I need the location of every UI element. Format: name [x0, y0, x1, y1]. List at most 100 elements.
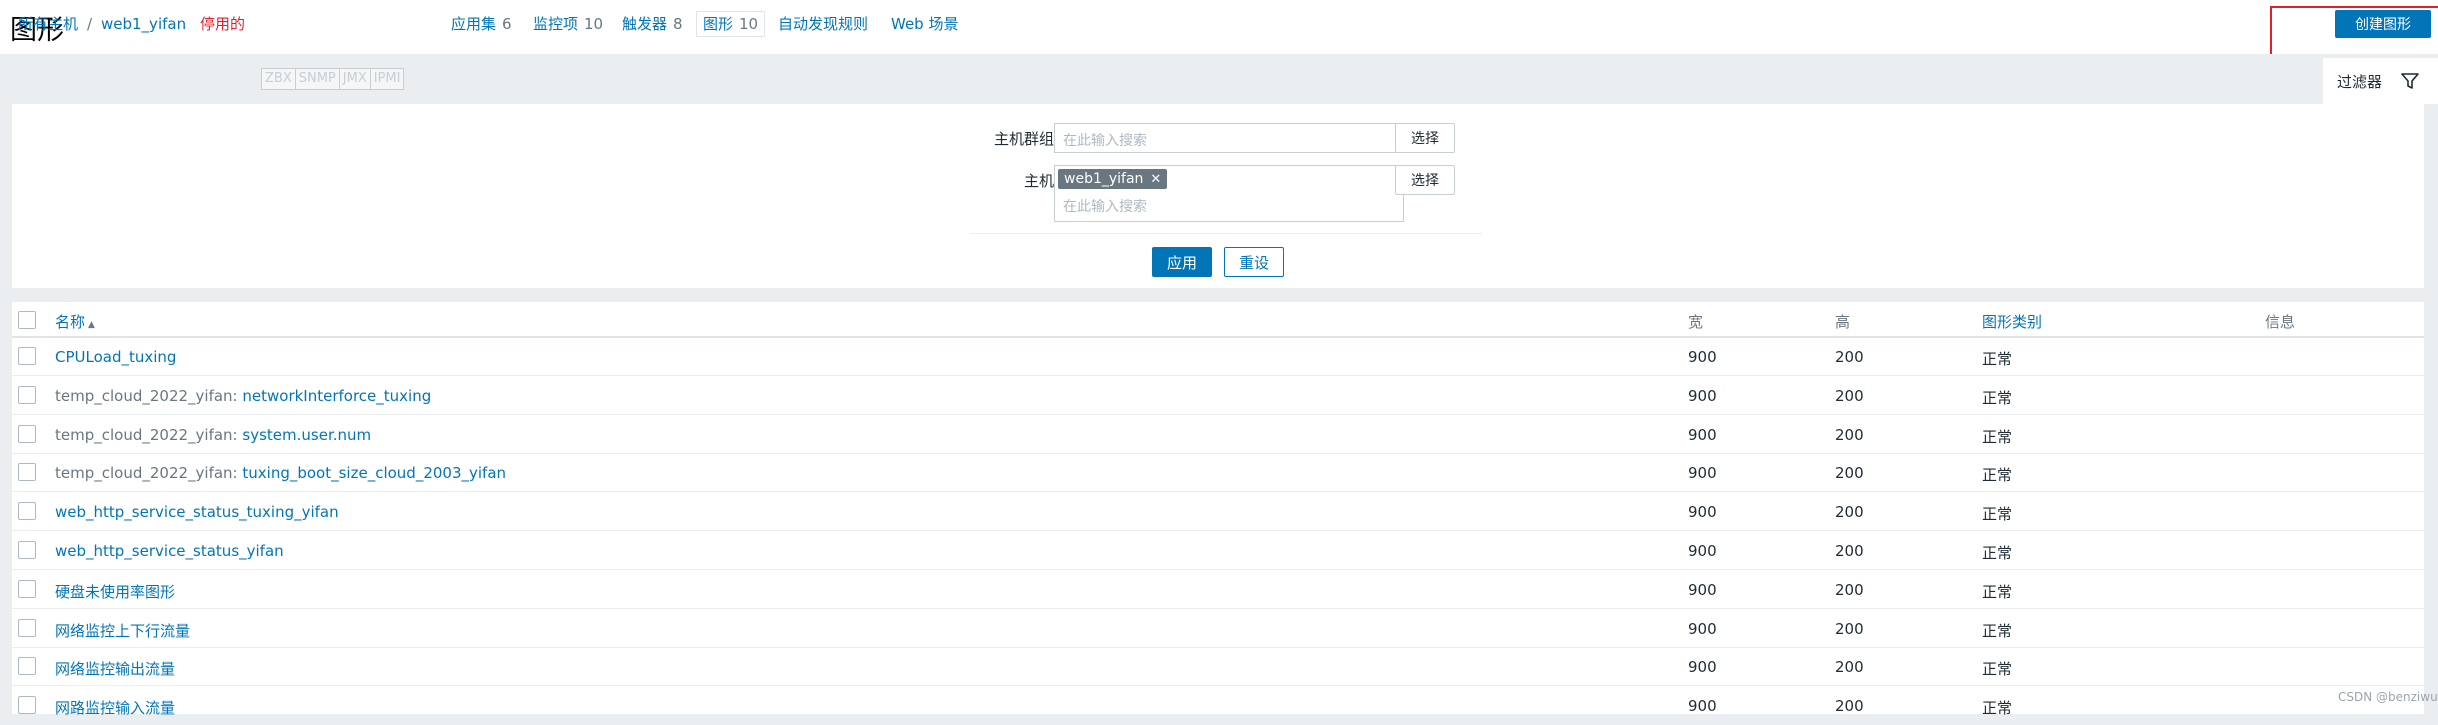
host-group-input[interactable]: 在此输入搜索 [1054, 123, 1404, 153]
select-all-checkbox[interactable] [18, 311, 36, 329]
row-checkbox[interactable] [18, 696, 36, 715]
graph-height-cell: 200 [1835, 619, 1864, 638]
host-group-placeholder: 在此输入搜索 [1063, 133, 1147, 149]
table-row: 硬盘未使用率图形 900 200 正常 [12, 571, 2424, 609]
table-row: temp_cloud_2022_yifan: system.user.num 90… [12, 416, 2424, 454]
graph-type-cell: 正常 [1982, 582, 2013, 601]
column-height-header: 高 [1835, 313, 1851, 331]
row-checkbox[interactable] [18, 541, 36, 559]
host-label: 主机 [1023, 172, 1054, 190]
nav-link-applications[interactable]: 应用集 6 [451, 12, 512, 36]
remove-chip-icon[interactable]: ✕ [1150, 172, 1161, 187]
graph-name-link[interactable]: tuxing_boot_size_cloud_2003_yifan [242, 464, 506, 482]
table-row: web_http_service_status_yifan 900 200 正常 [12, 532, 2424, 570]
graph-type-cell: 正常 [1982, 427, 2013, 446]
row-checkbox[interactable] [18, 618, 36, 637]
graph-name-link[interactable]: 硬盘未使用率图形 [55, 583, 175, 601]
graph-height-cell: 200 [1835, 348, 1864, 366]
nav-link-web-scenarios[interactable]: Web 场景 [891, 12, 958, 36]
graph-name-cell: temp_cloud_2022_yifan: tuxing_boot_size_… [55, 464, 506, 482]
graph-name-link[interactable]: networkInterforce_tuxing [242, 387, 431, 405]
column-graph-type-header[interactable]: 图形类别 [1982, 311, 2042, 332]
row-checkbox[interactable] [18, 463, 36, 482]
template-prefix[interactable]: temp_cloud_2022_yifan: [55, 387, 242, 405]
table-row: temp_cloud_2022_yifan: tuxing_boot_size_… [12, 454, 2424, 493]
host-chip[interactable]: web1_yifan ✕ [1058, 169, 1168, 189]
availability-zbx: ZBX [261, 68, 296, 90]
apply-button[interactable]: 应用 [1152, 247, 1212, 277]
nav-link-triggers[interactable]: 触发器 8 [622, 12, 683, 36]
graph-height-cell: 200 [1835, 697, 1864, 716]
graph-name-link[interactable]: 网络监控输出流量 [55, 660, 175, 678]
graph-width-cell: 900 [1688, 425, 1717, 444]
graph-width-cell: 900 [1688, 658, 1717, 677]
row-checkbox[interactable] [18, 502, 36, 521]
row-checkbox[interactable] [18, 657, 36, 676]
graph-name-cell: web_http_service_status_tuxing_yifan [55, 503, 339, 521]
row-checkbox[interactable] [18, 385, 36, 404]
graph-name-cell: temp_cloud_2022_yifan: system.user.num [55, 426, 371, 444]
graph-name-link[interactable]: web_http_service_status_yifan [55, 542, 284, 560]
sort-asc-icon: ▲ [88, 320, 95, 330]
graph-name-link[interactable]: web_http_service_status_tuxing_yifan [55, 503, 339, 521]
breadcrumb-host[interactable]: web1_yifan [101, 12, 186, 36]
graph-height-cell: 200 [1835, 464, 1864, 483]
graph-name-cell: 网络监控输出流量 [55, 658, 175, 679]
host-status-disabled[interactable]: 停用的 [200, 12, 245, 36]
host-select-button[interactable]: 选择 [1395, 165, 1455, 195]
graph-type-cell: 正常 [1982, 660, 2013, 679]
row-checkbox[interactable] [18, 424, 36, 443]
graph-width-cell: 900 [1688, 697, 1717, 716]
graph-height-cell: 200 [1835, 386, 1864, 405]
graph-type-cell: 正常 [1982, 350, 2013, 368]
nav-link-discovery-rules[interactable]: 自动发现规则 [778, 12, 868, 36]
availability-tags: ZBX SNMP JMX IPMI [261, 68, 405, 90]
create-graph-button[interactable]: 创建图形 [2335, 10, 2431, 38]
graph-name-cell: 网路监控输入流量 [55, 697, 175, 718]
graph-height-cell: 200 [1835, 658, 1864, 677]
watermark: CSDN @benziwu [2338, 690, 2438, 704]
graph-name-link[interactable]: 网路监控输入流量 [55, 699, 175, 717]
table-row: CPULoad_tuxing 900 200 正常 [12, 338, 2424, 376]
column-info-header: 信息 [2265, 313, 2296, 331]
filter-tab-label: 过滤器 [2337, 73, 2383, 91]
template-prefix[interactable]: temp_cloud_2022_yifan: [55, 426, 242, 444]
graph-type-cell: 正常 [1982, 544, 2013, 562]
nav-link-items[interactable]: 监控项 10 [533, 12, 603, 36]
row-checkbox[interactable] [18, 579, 36, 598]
graph-type-cell: 正常 [1982, 621, 2013, 640]
column-name-header[interactable]: 名称 ▲ [55, 311, 95, 332]
graph-name-cell: temp_cloud_2022_yifan: networkInterforce… [55, 387, 431, 405]
row-checkbox[interactable] [18, 347, 36, 365]
template-prefix[interactable]: temp_cloud_2022_yifan: [55, 464, 242, 482]
graph-type-cell: 正常 [1982, 388, 2013, 407]
graph-width-cell: 900 [1688, 503, 1717, 522]
host-multiselect[interactable]: web1_yifan ✕ 在此输入搜索 [1054, 165, 1404, 222]
table-header: 名称 ▲ 宽 高 图形类别 信息 [12, 302, 2424, 338]
graph-name-cell: CPULoad_tuxing [55, 348, 176, 366]
graph-name-link[interactable]: system.user.num [242, 426, 371, 444]
graph-width-cell: 900 [1688, 386, 1717, 405]
graph-name-link[interactable]: 网络监控上下行流量 [55, 622, 190, 640]
reset-button[interactable]: 重设 [1224, 247, 1284, 277]
graph-name-cell: 网络监控上下行流量 [55, 620, 190, 641]
breadcrumb-all-hosts[interactable]: 所有主机 [18, 12, 78, 36]
nav-link-graphs[interactable]: 图形 10 [696, 11, 766, 37]
host-group-select-button[interactable]: 选择 [1395, 123, 1455, 153]
breadcrumb-separator: / [87, 15, 93, 33]
availability-jmx: JMX [338, 68, 371, 90]
host-group-label: 主机群组 [993, 130, 1054, 148]
graph-width-cell: 900 [1688, 464, 1717, 483]
filter-tab[interactable]: 过滤器 [2323, 58, 2438, 104]
funnel-icon [2401, 73, 2419, 89]
graph-width-cell: 900 [1688, 580, 1717, 599]
graph-name-cell: 硬盘未使用率图形 [55, 581, 175, 602]
filter-divider [970, 233, 1482, 234]
page-header: 图形 创建图形 [0, 0, 2438, 54]
table-row: 网络监控上下行流量 900 200 正常 [12, 610, 2424, 648]
host-placeholder: 在此输入搜索 [1063, 199, 1147, 215]
availability-ipmi: IPMI [369, 68, 405, 90]
availability-snmp: SNMP [294, 68, 340, 90]
table-row: web_http_service_status_tuxing_yifan 900 2… [12, 493, 2424, 532]
graph-name-link[interactable]: CPULoad_tuxing [55, 348, 176, 366]
